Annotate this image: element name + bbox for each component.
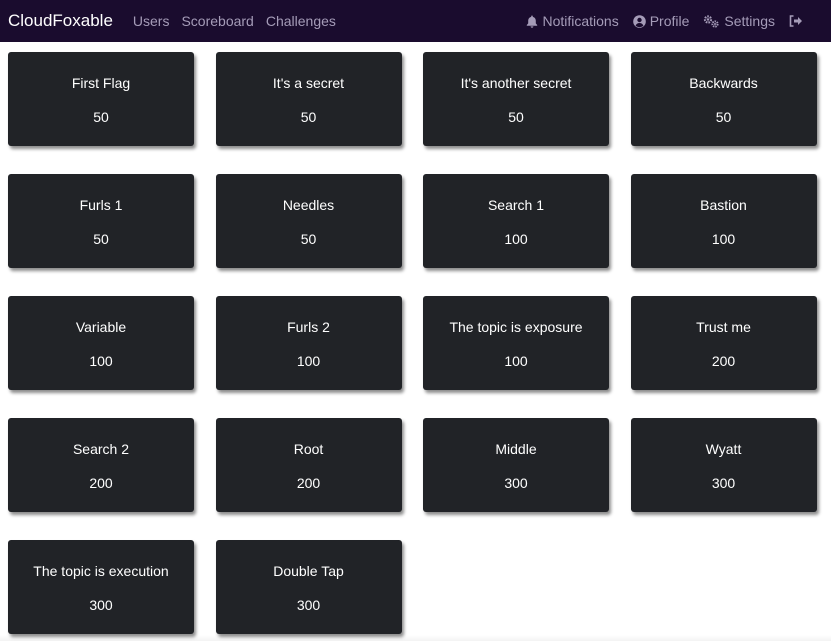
- challenge-card-first-flag[interactable]: First Flag 50: [8, 52, 194, 146]
- challenge-card-wyatt[interactable]: Wyatt 300: [630, 418, 817, 512]
- challenge-card-middle[interactable]: Middle 300: [423, 418, 609, 512]
- bell-icon: [526, 15, 538, 28]
- challenge-card-root[interactable]: Root 200: [215, 418, 402, 512]
- challenge-points: 300: [504, 475, 528, 491]
- nav-link-settings[interactable]: Settings: [703, 13, 775, 29]
- challenge-name: Wyatt: [705, 441, 742, 457]
- challenge-card-backwards[interactable]: Backwards 50: [630, 52, 817, 146]
- nav-link-users[interactable]: Users: [133, 13, 170, 29]
- challenge-name: Backwards: [689, 75, 758, 91]
- challenge-points: 50: [93, 109, 109, 125]
- challenge-name: Furls 1: [79, 197, 123, 213]
- logout-button[interactable]: [789, 15, 807, 27]
- nav-right-links: Notifications Profile Settings: [512, 13, 807, 29]
- challenge-name: Middle: [495, 441, 537, 457]
- brand-logo-link[interactable]: CloudFoxable: [8, 11, 113, 31]
- challenge-name: Furls 2: [287, 319, 330, 335]
- challenge-card-search-1[interactable]: Search 1 100: [423, 174, 609, 268]
- challenge-name: Double Tap: [273, 563, 344, 579]
- challenge-card-the-topic-is-exposure[interactable]: The topic is exposure 100: [423, 296, 609, 390]
- top-navbar: CloudFoxable Users Scoreboard Challenges…: [0, 0, 831, 42]
- challenge-name: Search 2: [72, 441, 130, 457]
- challenge-points: 300: [296, 597, 321, 613]
- nav-link-scoreboard[interactable]: Scoreboard: [181, 13, 253, 29]
- challenge-name: First Flag: [71, 75, 131, 91]
- challenge-name: Trust me: [696, 319, 751, 335]
- challenge-points: 50: [508, 109, 524, 125]
- nav-link-notifications[interactable]: Notifications: [526, 13, 619, 29]
- user-circle-icon: [632, 14, 646, 28]
- challenges-grid: First Flag 50 It's a secret 50 It's anot…: [8, 52, 817, 634]
- challenge-points: 50: [300, 109, 317, 125]
- challenge-card-search-2[interactable]: Search 2 200: [8, 418, 194, 512]
- challenge-card-bastion[interactable]: Bastion 100: [630, 174, 817, 268]
- challenge-name: The topic is exposure: [449, 319, 583, 335]
- challenge-points: 100: [504, 353, 528, 369]
- challenge-points: 300: [89, 597, 113, 613]
- challenge-name: Bastion: [700, 197, 747, 213]
- challenge-card-furls-1[interactable]: Furls 1 50: [8, 174, 194, 268]
- challenge-name: Needles: [282, 197, 335, 213]
- challenge-name: The topic is execution: [33, 563, 169, 579]
- challenge-name: It's another secret: [460, 75, 572, 91]
- gears-icon: [703, 14, 720, 28]
- challenge-points: 100: [296, 353, 321, 369]
- challenge-points: 50: [93, 231, 109, 247]
- challenge-card-trust-me[interactable]: Trust me 200: [630, 296, 817, 390]
- sign-out-icon: [789, 15, 803, 27]
- challenge-points: 50: [300, 231, 317, 247]
- challenge-points: 50: [715, 109, 732, 125]
- nav-left-links: Users Scoreboard Challenges: [133, 13, 348, 29]
- nav-link-settings-label: Settings: [724, 13, 775, 29]
- challenge-name: Root: [293, 441, 324, 457]
- challenge-card-furls-2[interactable]: Furls 2 100: [215, 296, 402, 390]
- challenge-points: 200: [89, 475, 113, 491]
- challenge-points: 200: [296, 475, 321, 491]
- challenge-card-its-a-secret[interactable]: It's a secret 50: [215, 52, 402, 146]
- challenge-card-double-tap[interactable]: Double Tap 300: [215, 540, 402, 634]
- challenge-points: 300: [711, 475, 736, 491]
- challenge-name: Variable: [75, 319, 127, 335]
- nav-link-challenges[interactable]: Challenges: [266, 13, 336, 29]
- challenge-points: 100: [89, 353, 113, 369]
- challenge-points: 100: [504, 231, 528, 247]
- challenge-card-the-topic-is-execution[interactable]: The topic is execution 300: [8, 540, 194, 634]
- challenge-card-variable[interactable]: Variable 100: [8, 296, 194, 390]
- nav-link-notifications-label: Notifications: [542, 13, 619, 29]
- challenge-card-needles[interactable]: Needles 50: [215, 174, 402, 268]
- nav-link-profile-label: Profile: [649, 13, 690, 29]
- challenge-card-its-another-secret[interactable]: It's another secret 50: [423, 52, 609, 146]
- challenge-name: It's a secret: [272, 75, 345, 91]
- challenge-points: 100: [711, 231, 736, 247]
- nav-link-profile[interactable]: Profile: [632, 13, 690, 29]
- challenge-name: Search 1: [487, 197, 545, 213]
- challenge-points: 200: [711, 353, 736, 369]
- bottom-fade: [0, 635, 831, 641]
